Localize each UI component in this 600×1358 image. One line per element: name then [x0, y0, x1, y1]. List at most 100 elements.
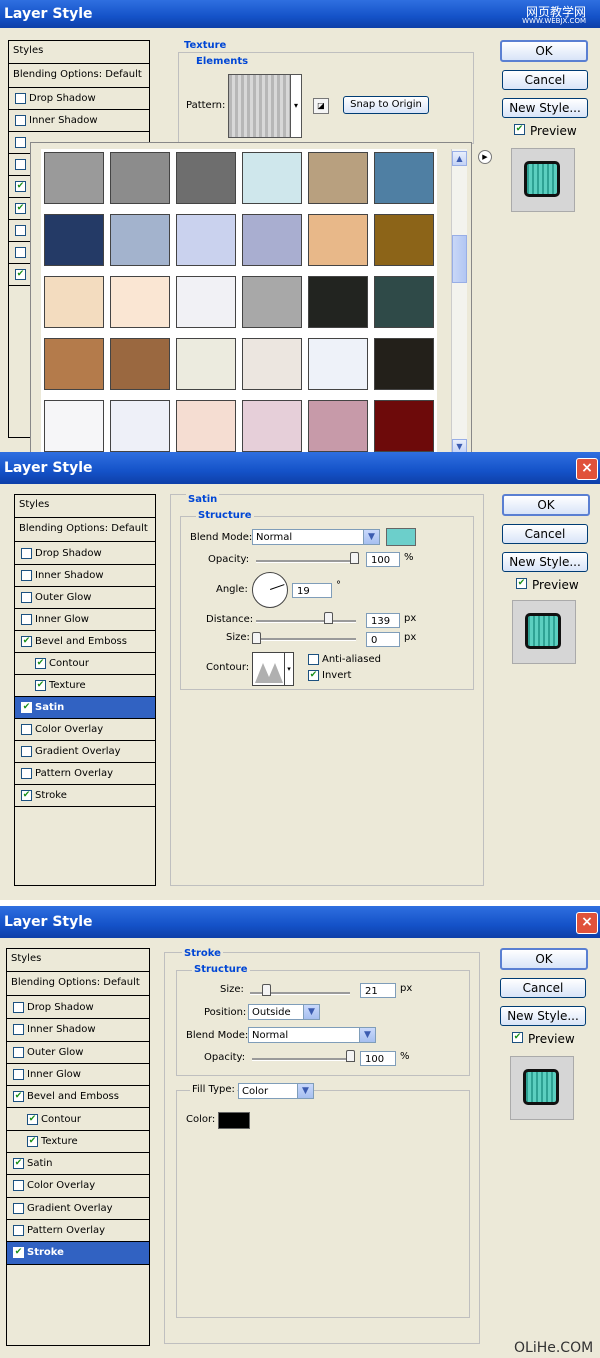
pattern-swatch[interactable] — [242, 276, 302, 328]
pattern-swatch[interactable] — [374, 400, 434, 452]
preview-checkbox[interactable]: ✔ — [512, 1032, 523, 1043]
new-style-button[interactable]: New Style... — [500, 1006, 586, 1026]
opacity-field[interactable]: 100 — [360, 1051, 396, 1066]
style-checkbox[interactable]: ✔ — [15, 181, 26, 192]
style-checkbox[interactable] — [13, 1002, 24, 1013]
popup-scrollbar[interactable]: ▲ ▼ — [451, 149, 467, 454]
distance-slider[interactable] — [256, 620, 356, 623]
style-checkbox[interactable] — [15, 225, 26, 236]
style-item-drop-shadow[interactable]: Drop Shadow — [15, 543, 155, 565]
style-checkbox[interactable] — [15, 93, 26, 104]
style-item-contour[interactable]: ✔ Contour — [15, 653, 155, 675]
style-item-drop-shadow[interactable]: Drop Shadow — [9, 88, 149, 110]
style-checkbox[interactable]: ✔ — [21, 790, 32, 801]
pattern-swatch[interactable] — [308, 400, 368, 452]
opacity-slider-thumb[interactable] — [346, 1050, 355, 1062]
blend-mode-select[interactable]: Normal ▼ — [252, 529, 380, 545]
style-item-drop-shadow[interactable]: Drop Shadow — [7, 997, 149, 1020]
style-checkbox[interactable] — [21, 768, 32, 779]
style-checkbox[interactable]: ✔ — [27, 1135, 38, 1147]
pattern-swatch[interactable] — [374, 152, 434, 204]
size-field[interactable]: 0 — [366, 632, 400, 647]
blending-options[interactable]: Blending Options: Default — [7, 973, 149, 996]
ok-button[interactable]: OK — [500, 948, 588, 970]
pattern-swatch[interactable] — [176, 338, 236, 390]
chevron-down-icon[interactable]: ▼ — [359, 1028, 375, 1042]
style-item-inner-shadow[interactable]: Inner Shadow — [9, 110, 149, 132]
pattern-swatch[interactable] — [176, 276, 236, 328]
pattern-swatch[interactable] — [44, 276, 104, 328]
pattern-swatch[interactable] — [308, 276, 368, 328]
chevron-down-icon[interactable]: ▼ — [303, 1005, 319, 1019]
size-slider[interactable] — [256, 638, 356, 641]
style-checkbox[interactable] — [21, 548, 32, 559]
pattern-swatch[interactable] — [110, 400, 170, 452]
style-item-inner-glow[interactable]: Inner Glow — [15, 609, 155, 631]
style-checkbox[interactable] — [13, 1046, 24, 1058]
size-field[interactable]: 21 — [360, 983, 396, 998]
style-checkbox[interactable]: ✔ — [15, 203, 26, 214]
position-select[interactable]: Outside ▼ — [248, 1004, 320, 1020]
stroke-color-swatch[interactable] — [218, 1112, 250, 1129]
style-item-outer-glow[interactable]: Outer Glow — [7, 1042, 149, 1064]
ok-button[interactable]: OK — [502, 494, 590, 516]
opacity-slider[interactable] — [252, 1058, 352, 1061]
pattern-swatch[interactable] — [44, 152, 104, 204]
popup-menu-icon[interactable]: ▶ — [478, 150, 492, 164]
blending-options[interactable]: Blending Options: Default — [15, 519, 155, 542]
pattern-swatch[interactable] — [176, 152, 236, 204]
anti-aliased-checkbox[interactable] — [308, 654, 319, 665]
pattern-swatch[interactable] — [110, 152, 170, 204]
opacity-field[interactable]: 100 — [366, 552, 400, 567]
style-item-texture[interactable]: ✔ Texture — [7, 1131, 149, 1154]
chevron-down-icon[interactable]: ▼ — [363, 530, 379, 544]
style-checkbox[interactable] — [21, 592, 32, 603]
style-checkbox[interactable] — [21, 614, 32, 625]
contour-dropdown-arrow[interactable]: ▾ — [284, 652, 294, 686]
cancel-button[interactable]: Cancel — [502, 524, 588, 544]
pattern-swatch[interactable] — [374, 214, 434, 266]
new-style-button[interactable]: New Style... — [502, 98, 588, 118]
style-item-outer-glow[interactable]: Outer Glow — [15, 587, 155, 609]
chevron-down-icon[interactable]: ▼ — [297, 1084, 313, 1098]
style-checkbox[interactable]: ✔ — [15, 269, 26, 280]
invert-checkbox[interactable]: ✔ — [308, 670, 319, 681]
pattern-swatch[interactable] — [44, 400, 104, 452]
style-checkbox[interactable] — [15, 247, 26, 258]
new-style-button[interactable]: New Style... — [502, 552, 588, 572]
scroll-up-icon[interactable]: ▲ — [452, 151, 467, 166]
pattern-swatch[interactable] — [110, 214, 170, 266]
style-item-pattern-overlay[interactable]: Pattern Overlay — [7, 1220, 149, 1243]
style-checkbox[interactable] — [15, 115, 26, 126]
new-preset-icon[interactable]: ◪ — [313, 98, 329, 114]
pattern-swatch[interactable] — [176, 400, 236, 452]
pattern-swatch[interactable] — [176, 214, 236, 266]
pattern-swatch[interactable] — [374, 276, 434, 328]
style-checkbox[interactable] — [13, 1202, 24, 1214]
style-checkbox[interactable]: ✔ — [13, 1247, 24, 1259]
style-item-bevel-and-emboss[interactable]: ✔ Bevel and Emboss — [15, 631, 155, 653]
ok-button[interactable]: OK — [500, 40, 588, 62]
style-checkbox[interactable]: ✔ — [13, 1091, 24, 1103]
cancel-button[interactable]: Cancel — [502, 70, 588, 90]
fill-type-select[interactable]: Color ▼ — [238, 1083, 314, 1099]
blend-mode-select[interactable]: Normal ▼ — [248, 1027, 376, 1043]
style-item-inner-shadow[interactable]: Inner Shadow — [15, 565, 155, 587]
style-item-inner-glow[interactable]: Inner Glow — [7, 1064, 149, 1087]
styles-header[interactable]: Styles — [9, 41, 149, 64]
style-checkbox[interactable] — [21, 724, 32, 735]
style-checkbox[interactable]: ✔ — [35, 658, 46, 669]
style-checkbox[interactable] — [15, 159, 26, 170]
pattern-picker[interactable] — [228, 74, 292, 138]
contour-picker[interactable] — [252, 652, 286, 686]
angle-dial[interactable] — [252, 572, 288, 608]
opacity-slider[interactable] — [256, 560, 356, 563]
style-checkbox[interactable] — [13, 1024, 24, 1036]
distance-field[interactable]: 139 — [366, 613, 400, 628]
style-checkbox[interactable] — [21, 570, 32, 581]
pattern-swatch[interactable] — [374, 338, 434, 390]
scroll-thumb[interactable] — [452, 235, 467, 283]
style-checkbox[interactable] — [13, 1225, 24, 1236]
cancel-button[interactable]: Cancel — [500, 978, 586, 998]
style-item-gradient-overlay[interactable]: Gradient Overlay — [15, 741, 155, 763]
